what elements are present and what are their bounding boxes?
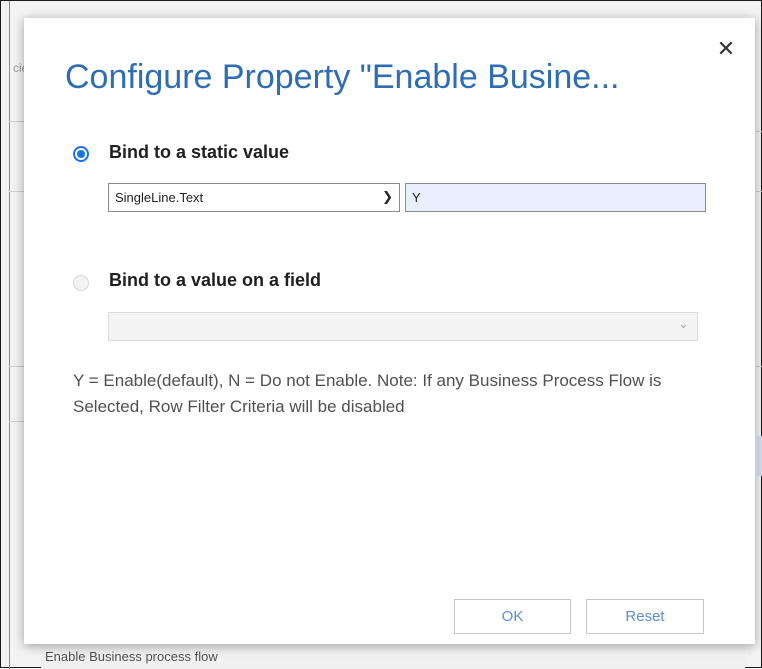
field-value-radio[interactable] — [73, 275, 89, 291]
background-field-label: Enable Business process flow — [41, 645, 745, 669]
chevron-down-icon: ❯ — [382, 190, 393, 205]
dialog-title: Configure Property "Enable Busine... — [65, 58, 620, 96]
type-select-value: SingleLine.Text — [115, 190, 204, 205]
background-accent — [757, 436, 762, 476]
field-select[interactable]: ⌄ — [108, 312, 698, 341]
close-icon[interactable]: ✕ — [714, 38, 738, 62]
background-row-divider — [756, 191, 762, 192]
configure-property-dialog: ✕ Configure Property "Enable Busine... B… — [24, 18, 755, 644]
ok-button[interactable]: OK — [454, 599, 571, 634]
background-row-divider — [756, 131, 762, 132]
background-row-divider — [756, 366, 762, 367]
help-text: Y = Enable(default), N = Do not Enable. … — [73, 371, 662, 416]
background-divider — [9, 1, 10, 669]
static-value-label[interactable]: Bind to a static value — [109, 142, 289, 163]
type-select[interactable]: SingleLine.Text ❯ — [108, 183, 400, 212]
background-row-divider — [9, 121, 25, 122]
field-value-label[interactable]: Bind to a value on a field — [109, 270, 321, 291]
background-row-divider — [9, 421, 25, 422]
background-row-divider — [9, 366, 25, 367]
background-row-divider — [9, 191, 25, 192]
static-value-radio[interactable] — [73, 146, 89, 162]
chevron-down-icon: ⌄ — [678, 317, 689, 332]
reset-button[interactable]: Reset — [586, 599, 704, 634]
static-value-input[interactable] — [405, 183, 706, 212]
